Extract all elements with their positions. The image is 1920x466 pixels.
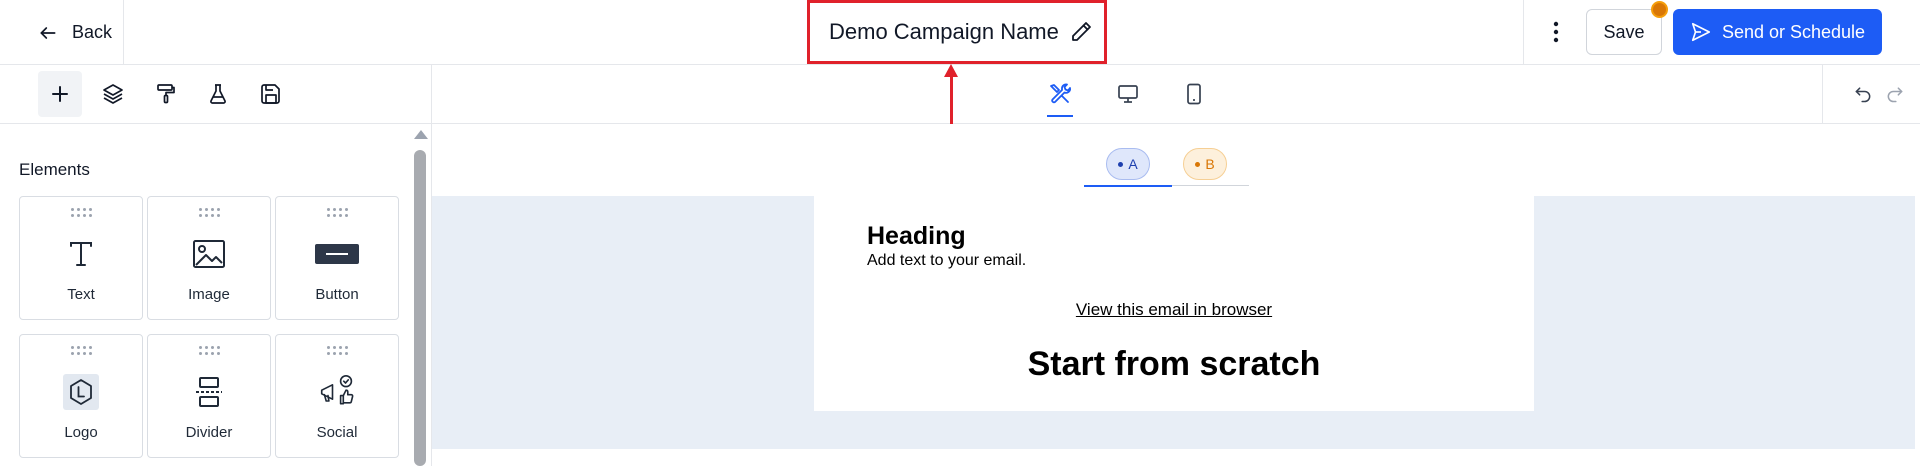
save-template-button[interactable] (249, 71, 293, 117)
arrow-left-icon (40, 26, 56, 39)
variant-label: B (1205, 156, 1215, 172)
social-icon (317, 372, 357, 412)
back-label: Back (72, 22, 113, 42)
variant-label: A (1128, 156, 1138, 172)
logo-icon (61, 372, 101, 412)
tab-variant-a[interactable]: A (1084, 142, 1172, 187)
tab-mobile-preview[interactable] (1174, 71, 1214, 117)
drag-handle-icon (198, 208, 220, 218)
drag-handle-icon (326, 346, 348, 356)
save-button[interactable]: Save (1586, 9, 1662, 55)
email-big-title[interactable]: Start from scratch (814, 345, 1534, 384)
element-logo[interactable]: Logo (19, 334, 143, 458)
dot-icon (1118, 161, 1124, 167)
redo-icon (1887, 87, 1903, 103)
layers-button[interactable] (91, 71, 135, 117)
element-label: Image (188, 286, 230, 303)
history-controls (1822, 65, 1920, 124)
email-heading[interactable]: Heading (867, 222, 966, 251)
element-divider[interactable]: Divider (147, 334, 271, 458)
tab-desktop-preview[interactable] (1108, 71, 1148, 117)
mobile-icon (1187, 83, 1201, 105)
drag-handle-icon (326, 208, 348, 218)
element-label: Social (316, 424, 358, 441)
back-button[interactable]: Back (0, 0, 124, 65)
annotation-arrow-head (944, 64, 958, 77)
element-button[interactable]: Button (275, 196, 399, 320)
dot-icon (1195, 161, 1201, 167)
element-label: Logo (64, 424, 98, 441)
text-icon (61, 234, 101, 274)
email-body[interactable]: Heading Add text to your email. View thi… (814, 196, 1534, 411)
drag-handle-icon (198, 346, 220, 356)
notification-dot (1651, 1, 1668, 18)
divider-icon (189, 372, 229, 412)
tab-variant-b[interactable]: B (1161, 142, 1249, 186)
scroll-up-arrow-icon[interactable] (414, 130, 428, 139)
element-label: Button (315, 286, 359, 303)
sidebar-scrollbar[interactable] (412, 124, 428, 466)
email-subtext[interactable]: Add text to your email. (867, 252, 1026, 270)
test-button[interactable] (196, 71, 240, 117)
desktop-icon (1118, 85, 1138, 103)
top-header: Back Demo Campaign Name Save Send or Sch… (0, 0, 1920, 65)
elements-heading: Elements (19, 160, 90, 179)
tab-edit-tools[interactable] (1040, 71, 1080, 117)
element-social[interactable]: Social (275, 334, 399, 458)
button-icon (313, 234, 361, 274)
paint-roller-icon (157, 84, 175, 104)
plus-icon (52, 86, 68, 102)
annotation-arrow-line (950, 74, 953, 124)
send-label: Send or Schedule (1721, 21, 1866, 42)
elements-sidebar: Elements Text Image Button Logo Divider … (0, 124, 432, 466)
element-label: Divider (185, 424, 233, 441)
view-in-browser-link[interactable]: View this email in browser (814, 300, 1534, 320)
layers-icon (103, 84, 123, 104)
drag-handle-icon (70, 208, 92, 218)
pencil-icon[interactable] (1069, 20, 1093, 44)
ab-variant-tabs: A B (1084, 142, 1249, 187)
campaign-name: Demo Campaign Name (829, 19, 1059, 44)
tools-icon (1050, 83, 1071, 104)
email-canvas: A B Heading Add text to your email. View… (432, 124, 1920, 466)
send-icon (1691, 22, 1711, 42)
element-label: Text (67, 286, 95, 303)
variant-b-pill: B (1183, 148, 1227, 180)
kebab-icon (1553, 21, 1559, 43)
add-element-button[interactable] (38, 71, 82, 117)
editor-toolbar (0, 65, 1920, 124)
scroll-thumb[interactable] (414, 150, 426, 466)
undo-button[interactable] (1851, 82, 1875, 106)
element-text[interactable]: Text (19, 196, 143, 320)
more-options-button[interactable] (1543, 14, 1569, 50)
save-disk-icon (261, 84, 280, 104)
drag-handle-icon (70, 346, 92, 356)
flask-icon (210, 84, 226, 104)
left-tools (0, 65, 432, 124)
campaign-name-editor[interactable]: Demo Campaign Name (807, 0, 1107, 64)
variant-a-pill: A (1106, 148, 1150, 180)
header-divider (1523, 0, 1524, 65)
undo-icon (1855, 87, 1871, 103)
redo-button[interactable] (1883, 82, 1907, 106)
send-or-schedule-button[interactable]: Send or Schedule (1673, 9, 1882, 55)
image-icon (189, 234, 229, 274)
styles-button[interactable] (144, 71, 188, 117)
element-image[interactable]: Image (147, 196, 271, 320)
